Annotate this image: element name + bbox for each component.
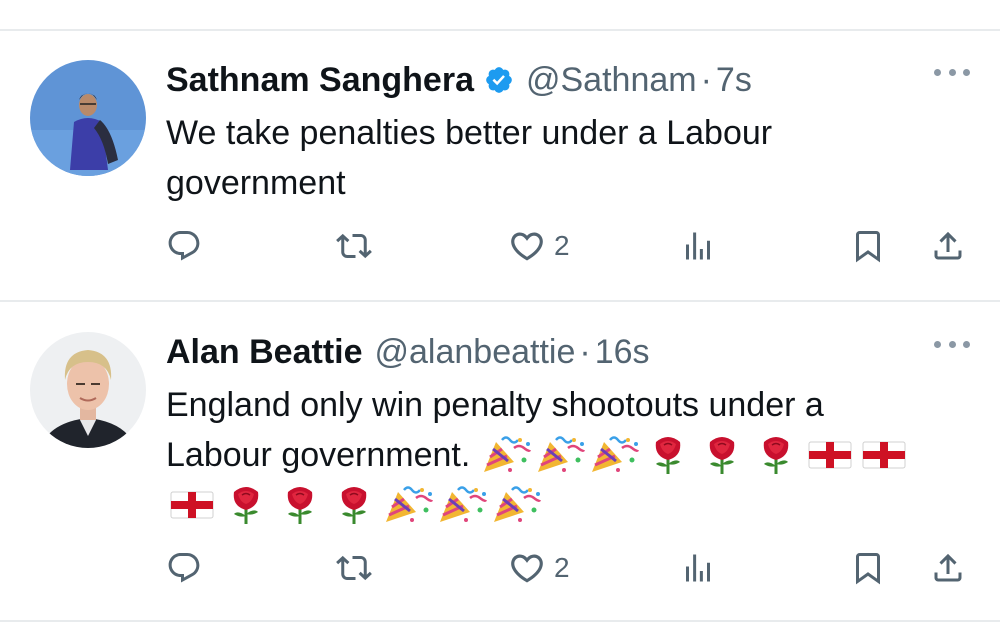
tweet-text-line-with-emoji: Labour government. (166, 430, 970, 480)
tweet-text-line: government (166, 164, 346, 202)
reply-button[interactable] (166, 224, 202, 268)
tweet-text: England only win penalty shootouts under… (166, 380, 970, 530)
rose-icon (328, 484, 380, 524)
emoji-row (166, 480, 970, 530)
avatar[interactable] (30, 332, 146, 448)
views-button[interactable] (680, 546, 716, 590)
views-icon (680, 228, 716, 264)
like-count: 2 (554, 230, 570, 261)
party-popper-icon (382, 484, 434, 524)
heart-icon (508, 549, 546, 587)
author-handle[interactable]: @alanbeattie (375, 333, 576, 372)
england-flag-icon (804, 434, 856, 474)
rose-icon (696, 434, 748, 474)
tweet-header: Sathnam Sanghera @Sathnam · 7s (166, 58, 970, 102)
reply-icon (166, 550, 202, 586)
retweet-button[interactable] (336, 224, 372, 268)
party-popper-icon (480, 434, 532, 474)
rose-icon (274, 484, 326, 524)
like-count: 2 (554, 552, 570, 583)
more-options-icon[interactable] (934, 62, 970, 82)
reply-icon (166, 228, 202, 264)
verified-badge-icon (484, 65, 514, 95)
party-popper-icon (534, 434, 586, 474)
views-icon (680, 550, 716, 586)
bookmark-button[interactable] (850, 546, 886, 590)
share-icon (930, 228, 966, 264)
tweet-actions: 2 (166, 546, 970, 590)
author-name[interactable]: Alan Beattie (166, 333, 363, 372)
share-icon (930, 550, 966, 586)
tweet-2[interactable]: Alan Beattie @alanbeattie · 16s England … (0, 302, 1000, 620)
share-button[interactable] (930, 546, 966, 590)
like-button[interactable]: 2 (508, 224, 570, 268)
share-button[interactable] (930, 224, 966, 268)
tweet-text-segment: Labour government. (166, 436, 471, 474)
more-options-icon[interactable] (934, 334, 970, 354)
tweet-text-line: We take penalties better under a Labour (166, 114, 773, 152)
retweet-icon (336, 228, 372, 264)
separator-dot: · (579, 332, 591, 371)
england-flag-icon (166, 484, 218, 524)
rose-icon (750, 434, 802, 474)
heart-icon (508, 227, 546, 265)
rose-icon (220, 484, 272, 524)
bookmark-button[interactable] (850, 224, 886, 268)
bookmark-icon (850, 550, 886, 586)
tweet-text: We take penalties better under a Labour … (166, 108, 970, 208)
separator-dot: · (700, 60, 712, 99)
tweet-1[interactable]: Sathnam Sanghera @Sathnam · 7s We take p… (0, 30, 1000, 300)
timestamp[interactable]: 7s (716, 61, 752, 100)
party-popper-icon (490, 484, 542, 524)
emoji-row (480, 436, 912, 474)
retweet-button[interactable] (336, 546, 372, 590)
author-handle[interactable]: @Sathnam (526, 61, 697, 100)
views-button[interactable] (680, 224, 716, 268)
tweet-text-line: England only win penalty shootouts under… (166, 386, 824, 424)
rose-icon (642, 434, 694, 474)
timestamp[interactable]: 16s (595, 333, 650, 372)
reply-button[interactable] (166, 546, 202, 590)
england-flag-icon (858, 434, 910, 474)
avatar[interactable] (30, 60, 146, 176)
tweet-actions: 2 (166, 224, 970, 268)
tweet-header: Alan Beattie @alanbeattie · 16s (166, 330, 970, 374)
party-popper-icon (588, 434, 640, 474)
author-name[interactable]: Sathnam Sanghera (166, 61, 474, 100)
like-button[interactable]: 2 (508, 546, 570, 590)
bookmark-icon (850, 228, 886, 264)
retweet-icon (336, 550, 372, 586)
party-popper-icon (436, 484, 488, 524)
